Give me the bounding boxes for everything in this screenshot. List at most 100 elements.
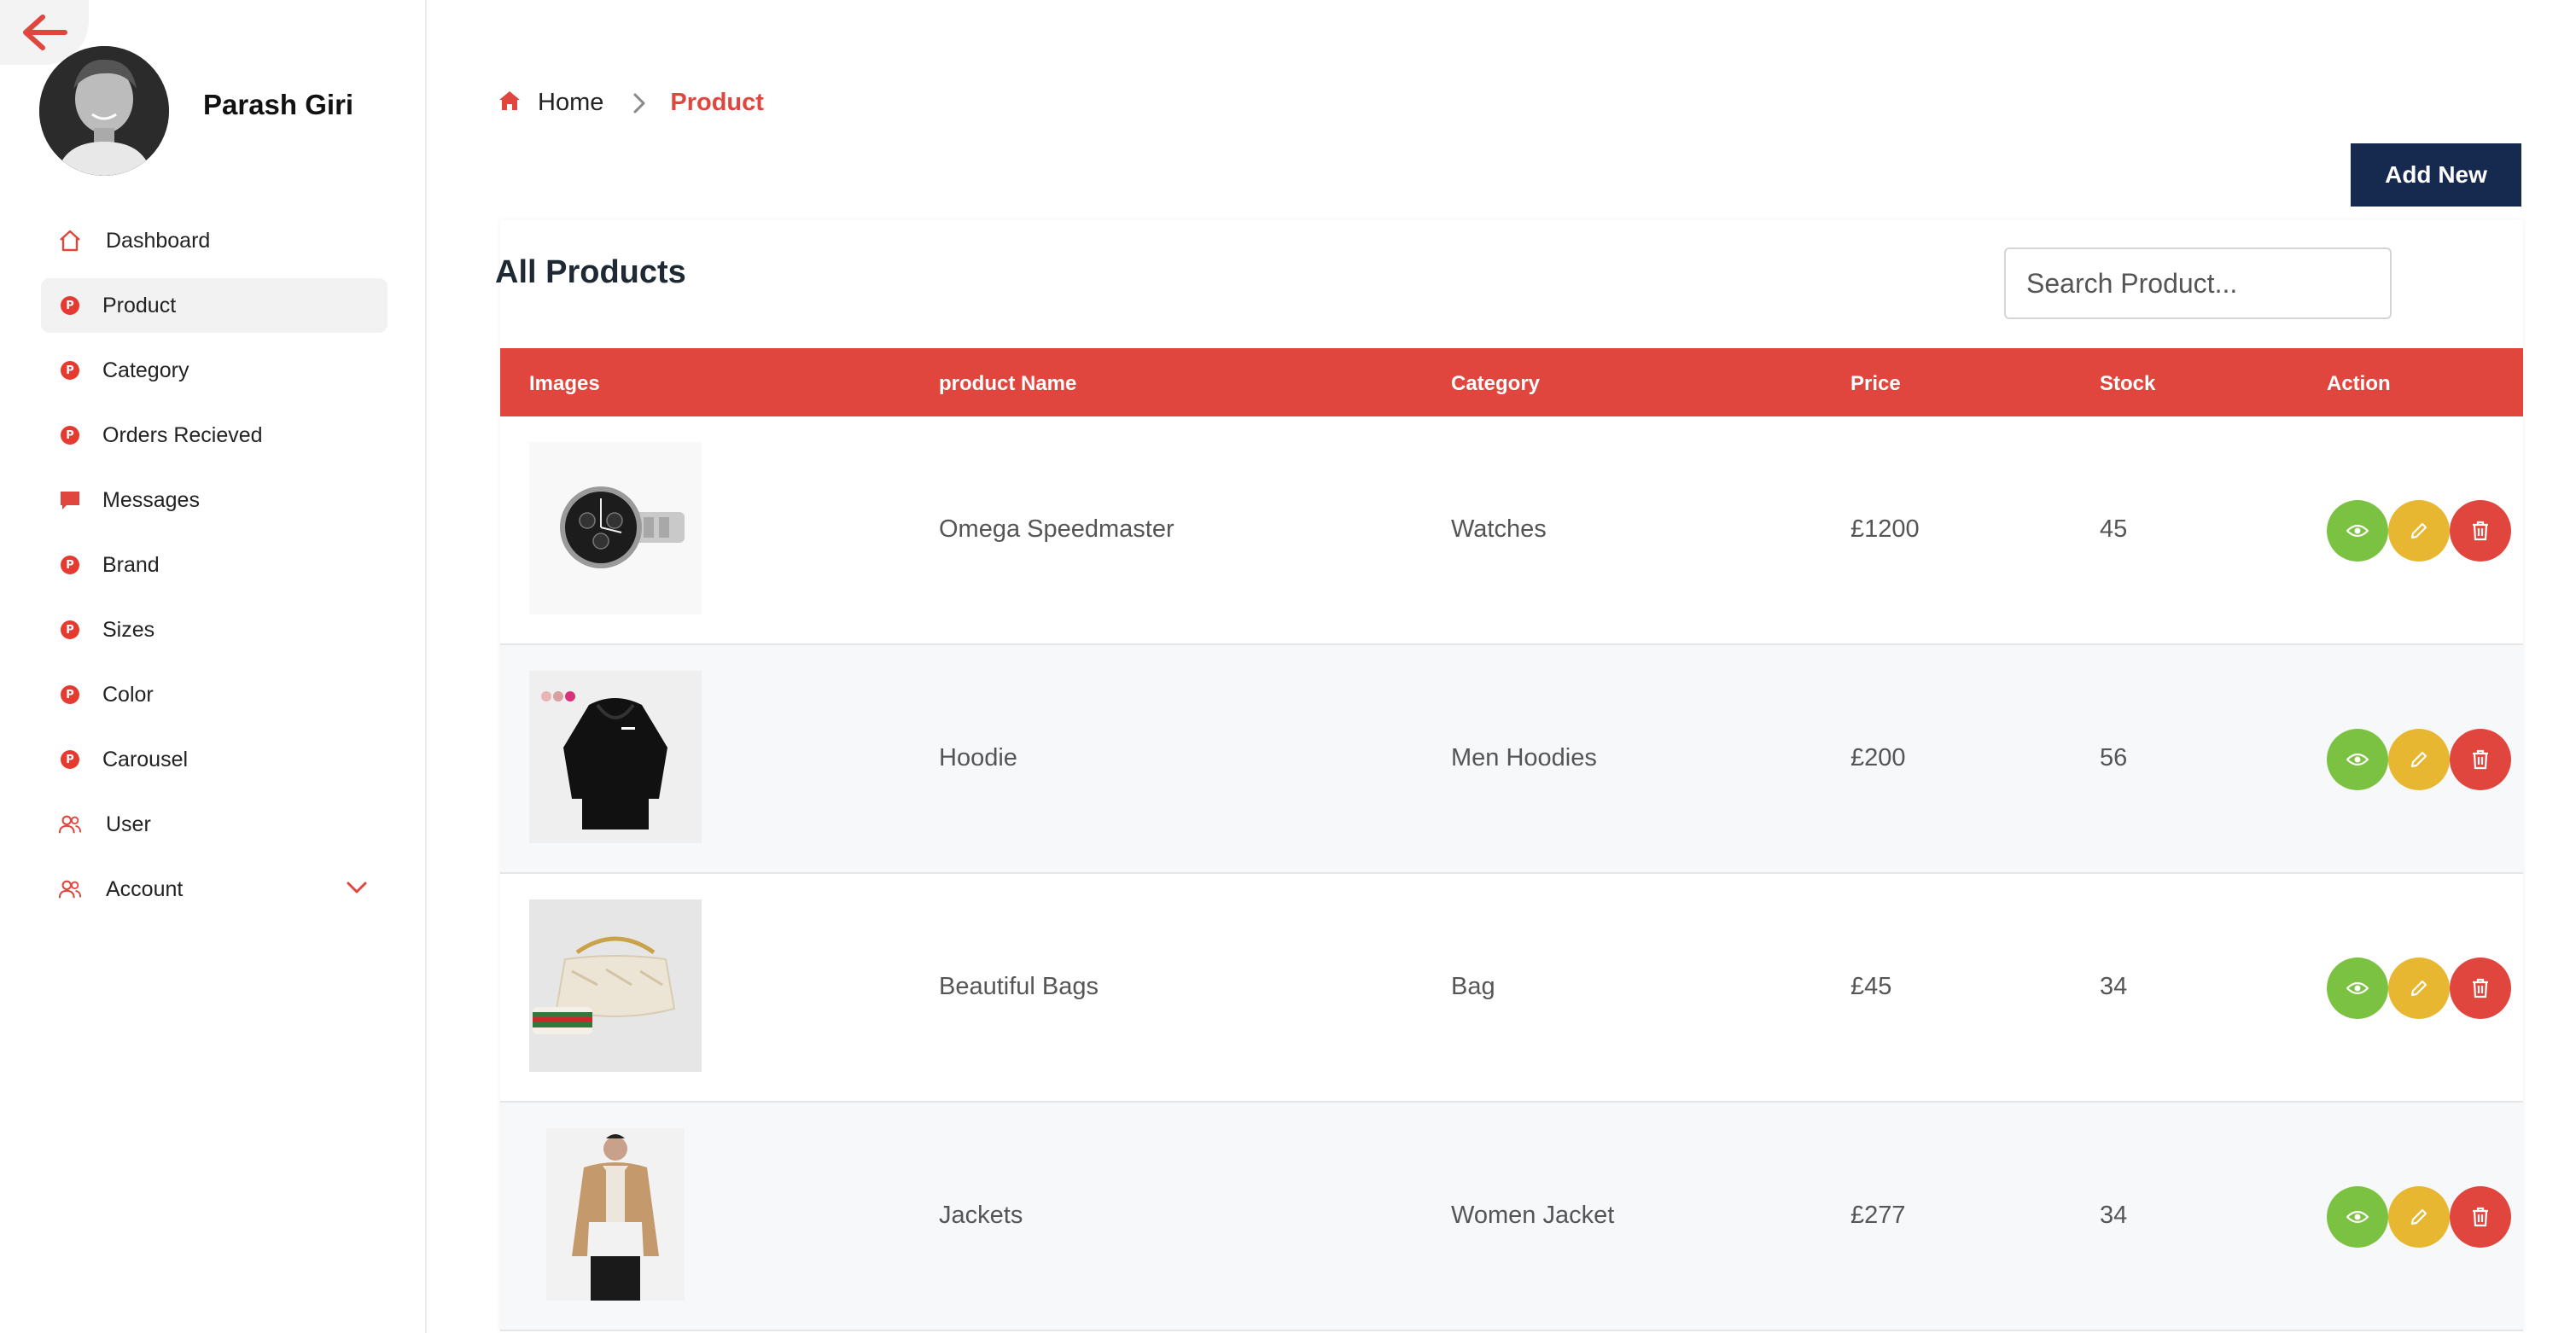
- view-button[interactable]: [2327, 729, 2388, 790]
- product-category: Watches: [1451, 515, 1547, 543]
- sidebar-item-brand[interactable]: P Brand: [41, 538, 388, 592]
- eye-icon: [2346, 981, 2369, 995]
- product-image: [529, 442, 702, 614]
- breadcrumb-home[interactable]: Home: [538, 89, 603, 117]
- p-badge-icon: P: [58, 294, 82, 317]
- row-actions: [2327, 1186, 2511, 1248]
- product-image: [529, 899, 702, 1072]
- sidebar-item-label: Orders Recieved: [102, 422, 263, 447]
- pencil-icon: [2410, 980, 2427, 997]
- p-badge-icon: P: [58, 553, 82, 577]
- table-row: Jackets Women Jacket £277 34: [500, 1103, 2523, 1331]
- product-image: [529, 671, 702, 843]
- product-price: £277: [1850, 1202, 1906, 1229]
- avatar: [39, 46, 169, 176]
- p-badge-icon: P: [58, 358, 82, 382]
- products-card: All Products Images product Name Categor…: [495, 220, 2523, 1333]
- sidebar-item-label: Brand: [102, 552, 160, 577]
- product-stock: 56: [2100, 744, 2128, 771]
- sidebar-item-sizes[interactable]: P Sizes: [41, 602, 388, 657]
- row-actions: [2327, 500, 2511, 562]
- p-badge-icon: P: [58, 423, 82, 447]
- delete-button[interactable]: [2450, 500, 2511, 562]
- column-header-stock: Stock: [2100, 372, 2156, 395]
- sidebar-item-product[interactable]: P Product: [41, 278, 388, 333]
- page-title: All Products: [495, 254, 686, 290]
- arrow-left-icon: [23, 15, 67, 50]
- message-icon: [58, 488, 82, 512]
- add-new-button[interactable]: Add New: [2351, 143, 2521, 207]
- product-name: Beautiful Bags: [939, 973, 1099, 1000]
- product-name: Omega Speedmaster: [939, 515, 1174, 543]
- row-actions: [2327, 729, 2511, 790]
- sidebar-item-category[interactable]: P Category: [41, 343, 388, 398]
- sidebar-item-label: Dashboard: [106, 228, 211, 253]
- trash-icon: [2473, 1207, 2488, 1227]
- sidebar-item-user[interactable]: User: [41, 797, 388, 852]
- pencil-icon: [2410, 751, 2427, 768]
- product-price: £200: [1850, 744, 1906, 771]
- trash-icon: [2473, 978, 2488, 998]
- sidebar-item-color[interactable]: P Color: [41, 667, 388, 722]
- delete-button[interactable]: [2450, 1186, 2511, 1248]
- sidebar-item-dashboard[interactable]: Dashboard: [41, 213, 388, 268]
- product-stock: 45: [2100, 515, 2128, 543]
- search-input[interactable]: [2004, 247, 2392, 319]
- pencil-icon: [2410, 1208, 2427, 1225]
- users-icon: [58, 877, 82, 901]
- row-actions: [2327, 958, 2511, 1019]
- eye-icon: [2346, 1210, 2369, 1224]
- delete-button[interactable]: [2450, 729, 2511, 790]
- product-category: Bag: [1451, 973, 1495, 1000]
- sidebar: Parash Giri Dashboard P Product P Catego…: [0, 0, 427, 1333]
- sidebar-item-label: Category: [102, 358, 189, 382]
- product-name: Hoodie: [939, 744, 1017, 771]
- p-badge-icon: P: [58, 618, 82, 642]
- delete-button[interactable]: [2450, 958, 2511, 1019]
- table-header: Images product Name Category Price Stock…: [500, 348, 2523, 416]
- trash-icon: [2473, 521, 2488, 541]
- sidebar-item-account[interactable]: Account: [41, 862, 388, 917]
- product-stock: 34: [2100, 1202, 2128, 1229]
- eye-icon: [2346, 753, 2369, 766]
- sidebar-nav: Dashboard P Product P Category P Orders …: [41, 213, 388, 927]
- column-header-price: Price: [1850, 372, 1901, 395]
- chevron-right-icon: [632, 92, 646, 114]
- p-badge-icon: P: [58, 683, 82, 707]
- product-name: Jackets: [939, 1202, 1023, 1229]
- trash-icon: [2473, 749, 2488, 770]
- product-price: £1200: [1850, 515, 1920, 543]
- edit-button[interactable]: [2388, 500, 2450, 562]
- p-badge-icon: P: [58, 748, 82, 771]
- user-name: Parash Giri: [203, 89, 354, 120]
- view-button[interactable]: [2327, 958, 2388, 1019]
- edit-button[interactable]: [2388, 729, 2450, 790]
- product-stock: 34: [2100, 973, 2128, 1000]
- home-outline-icon: [58, 229, 82, 253]
- sidebar-item-label: Account: [106, 876, 184, 901]
- product-category: Women Jacket: [1451, 1202, 1615, 1229]
- product-image: [529, 1128, 702, 1301]
- home-icon: [498, 90, 521, 116]
- column-header-name: product Name: [939, 372, 1077, 395]
- sidebar-item-orders[interactable]: P Orders Recieved: [41, 408, 388, 463]
- sidebar-item-label: Carousel: [102, 747, 189, 771]
- sidebar-item-label: Messages: [102, 487, 200, 512]
- pencil-icon: [2410, 522, 2427, 539]
- view-button[interactable]: [2327, 500, 2388, 562]
- column-header-category: Category: [1451, 372, 1541, 395]
- view-button[interactable]: [2327, 1186, 2388, 1248]
- sidebar-item-label: Sizes: [102, 617, 155, 642]
- table-row: Omega Speedmaster Watches £1200 45: [500, 416, 2523, 645]
- edit-button[interactable]: [2388, 958, 2450, 1019]
- sidebar-item-label: Color: [102, 682, 154, 707]
- edit-button[interactable]: [2388, 1186, 2450, 1248]
- column-header-images: Images: [529, 372, 600, 395]
- users-icon: [58, 812, 82, 836]
- sidebar-item-messages[interactable]: Messages: [41, 473, 388, 527]
- chevron-down-icon[interactable]: [345, 879, 369, 900]
- sidebar-item-carousel[interactable]: P Carousel: [41, 732, 388, 787]
- eye-icon: [2346, 524, 2369, 538]
- product-price: £45: [1850, 973, 1892, 1000]
- sidebar-item-label: Product: [102, 293, 177, 317]
